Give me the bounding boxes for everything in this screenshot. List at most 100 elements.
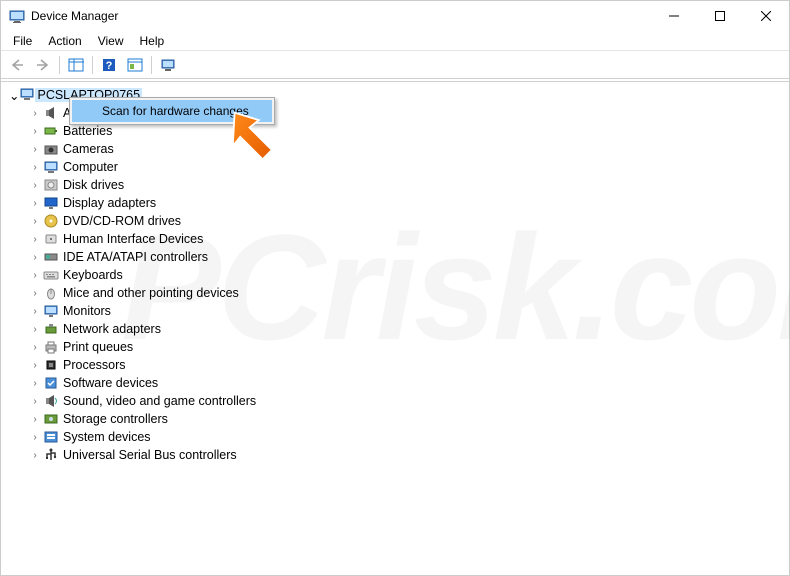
tree-item-label: Human Interface Devices	[63, 232, 203, 246]
tree-item-label: System devices	[63, 430, 151, 444]
expand-arrow-icon[interactable]: ›	[27, 270, 43, 281]
title-bar: Device Manager	[1, 1, 789, 31]
expand-arrow-icon[interactable]: ›	[27, 396, 43, 407]
dvd-icon	[43, 213, 59, 229]
tree-item[interactable]: › Network adapters	[27, 320, 781, 338]
expand-arrow-icon[interactable]: ›	[27, 306, 43, 317]
tree-item[interactable]: › DVD/CD-ROM drives	[27, 212, 781, 230]
tree-item[interactable]: › Keyboards	[27, 266, 781, 284]
forward-button[interactable]	[31, 54, 55, 76]
tree-item[interactable]: › Display adapters	[27, 194, 781, 212]
printer-icon	[43, 339, 59, 355]
expand-arrow-icon[interactable]: ›	[27, 414, 43, 425]
storage-icon	[43, 411, 59, 427]
disk-icon	[43, 177, 59, 193]
tree-item-label: Monitors	[63, 304, 111, 318]
tree-item-label: Print queues	[63, 340, 133, 354]
maximize-button[interactable]	[697, 1, 743, 31]
menu-file[interactable]: File	[5, 32, 40, 50]
expand-arrow-icon[interactable]: ›	[27, 342, 43, 353]
devices-button[interactable]	[156, 54, 180, 76]
expand-arrow-icon[interactable]: ›	[27, 288, 43, 299]
tree-item[interactable]: › IDE ATA/ATAPI controllers	[27, 248, 781, 266]
tree-item[interactable]: › Print queues	[27, 338, 781, 356]
show-hide-tree-button[interactable]	[64, 54, 88, 76]
tree-item[interactable]: › Human Interface Devices	[27, 230, 781, 248]
computer-icon	[43, 159, 59, 175]
tree-item[interactable]: › Computer	[27, 158, 781, 176]
system-icon	[43, 429, 59, 445]
software-icon	[43, 375, 59, 391]
battery-icon	[43, 123, 59, 139]
close-button[interactable]	[743, 1, 789, 31]
expand-arrow-icon[interactable]: ›	[27, 180, 43, 191]
tree-item[interactable]: ›Cameras	[27, 140, 781, 158]
expand-arrow-icon[interactable]: ›	[27, 198, 43, 209]
tree-item[interactable]: › Storage controllers	[27, 410, 781, 428]
cpu-icon	[43, 357, 59, 373]
help-button[interactable]: ?	[97, 54, 121, 76]
app-icon	[9, 8, 25, 24]
hid-icon	[43, 231, 59, 247]
tree-item-label: Disk drives	[63, 178, 124, 192]
tree-item-label: Universal Serial Bus controllers	[63, 448, 237, 462]
expand-arrow-icon[interactable]: ›	[27, 324, 43, 335]
tree-item-label: Batteries	[63, 124, 112, 138]
expand-arrow-icon[interactable]: ›	[27, 234, 43, 245]
ide-icon	[43, 249, 59, 265]
keyboard-icon	[43, 267, 59, 283]
tree-item-label: Storage controllers	[63, 412, 168, 426]
tree-item-label: Mice and other pointing devices	[63, 286, 239, 300]
window-title: Device Manager	[31, 9, 651, 23]
tree-item-label: Computer	[63, 160, 118, 174]
menu-bar: File Action View Help	[1, 31, 789, 51]
context-scan-hardware[interactable]: Scan for hardware changes	[72, 100, 272, 122]
svg-text:?: ?	[106, 60, 113, 72]
menu-help[interactable]: Help	[132, 32, 173, 50]
minimize-button[interactable]	[651, 1, 697, 31]
tree-item-label: IDE ATA/ATAPI controllers	[63, 250, 208, 264]
camera-icon	[43, 141, 59, 157]
tree-item[interactable]: › Mice and other pointing devices	[27, 284, 781, 302]
tree-item-label: Display adapters	[63, 196, 156, 210]
tree-item-label: Processors	[63, 358, 126, 372]
toolbar: ?	[1, 51, 789, 79]
tree-item-label: Keyboards	[63, 268, 123, 282]
tree-item-label: Sound, video and game controllers	[63, 394, 256, 408]
back-button[interactable]	[5, 54, 29, 76]
tree-item-label: DVD/CD-ROM drives	[63, 214, 181, 228]
tree-item-label: Software devices	[63, 376, 158, 390]
expand-arrow-icon[interactable]: ›	[27, 108, 43, 119]
expand-arrow-icon[interactable]: ›	[27, 216, 43, 227]
tree-item[interactable]: › Universal Serial Bus controllers	[27, 446, 781, 464]
expand-arrow-icon[interactable]: ›	[27, 378, 43, 389]
display-icon	[43, 195, 59, 211]
expand-arrow-icon[interactable]: ›	[27, 432, 43, 443]
tree-item[interactable]: › Sound, video and game controllers	[27, 392, 781, 410]
expand-arrow-icon[interactable]: ›	[27, 252, 43, 263]
expand-arrow-icon[interactable]: ›	[27, 126, 43, 137]
speaker-icon	[43, 105, 59, 121]
monitor-icon	[43, 303, 59, 319]
expand-arrow-icon[interactable]: ›	[27, 162, 43, 173]
expand-arrow-icon[interactable]: ›	[27, 144, 43, 155]
tree-item[interactable]: › Processors	[27, 356, 781, 374]
expand-arrow-icon[interactable]: ›	[27, 450, 43, 461]
tree-item[interactable]: › Monitors	[27, 302, 781, 320]
computer-icon	[19, 86, 35, 105]
tree-item-label: Network adapters	[63, 322, 161, 336]
device-tree[interactable]: ⌄ PCSLAPTOP0765 ›Audio inputs and output…	[1, 81, 789, 575]
tree-item[interactable]: › Disk drives	[27, 176, 781, 194]
window-controls	[651, 1, 789, 31]
tree-item[interactable]: › System devices	[27, 428, 781, 446]
menu-view[interactable]: View	[90, 32, 132, 50]
usb-icon	[43, 447, 59, 463]
menu-action[interactable]: Action	[40, 32, 89, 50]
expand-arrow-icon[interactable]: ›	[27, 360, 43, 371]
scan-hardware-button[interactable]	[123, 54, 147, 76]
sound-icon	[43, 393, 59, 409]
expand-arrow-icon[interactable]: ⌄	[9, 88, 19, 103]
network-icon	[43, 321, 59, 337]
mouse-icon	[43, 285, 59, 301]
tree-item[interactable]: › Software devices	[27, 374, 781, 392]
